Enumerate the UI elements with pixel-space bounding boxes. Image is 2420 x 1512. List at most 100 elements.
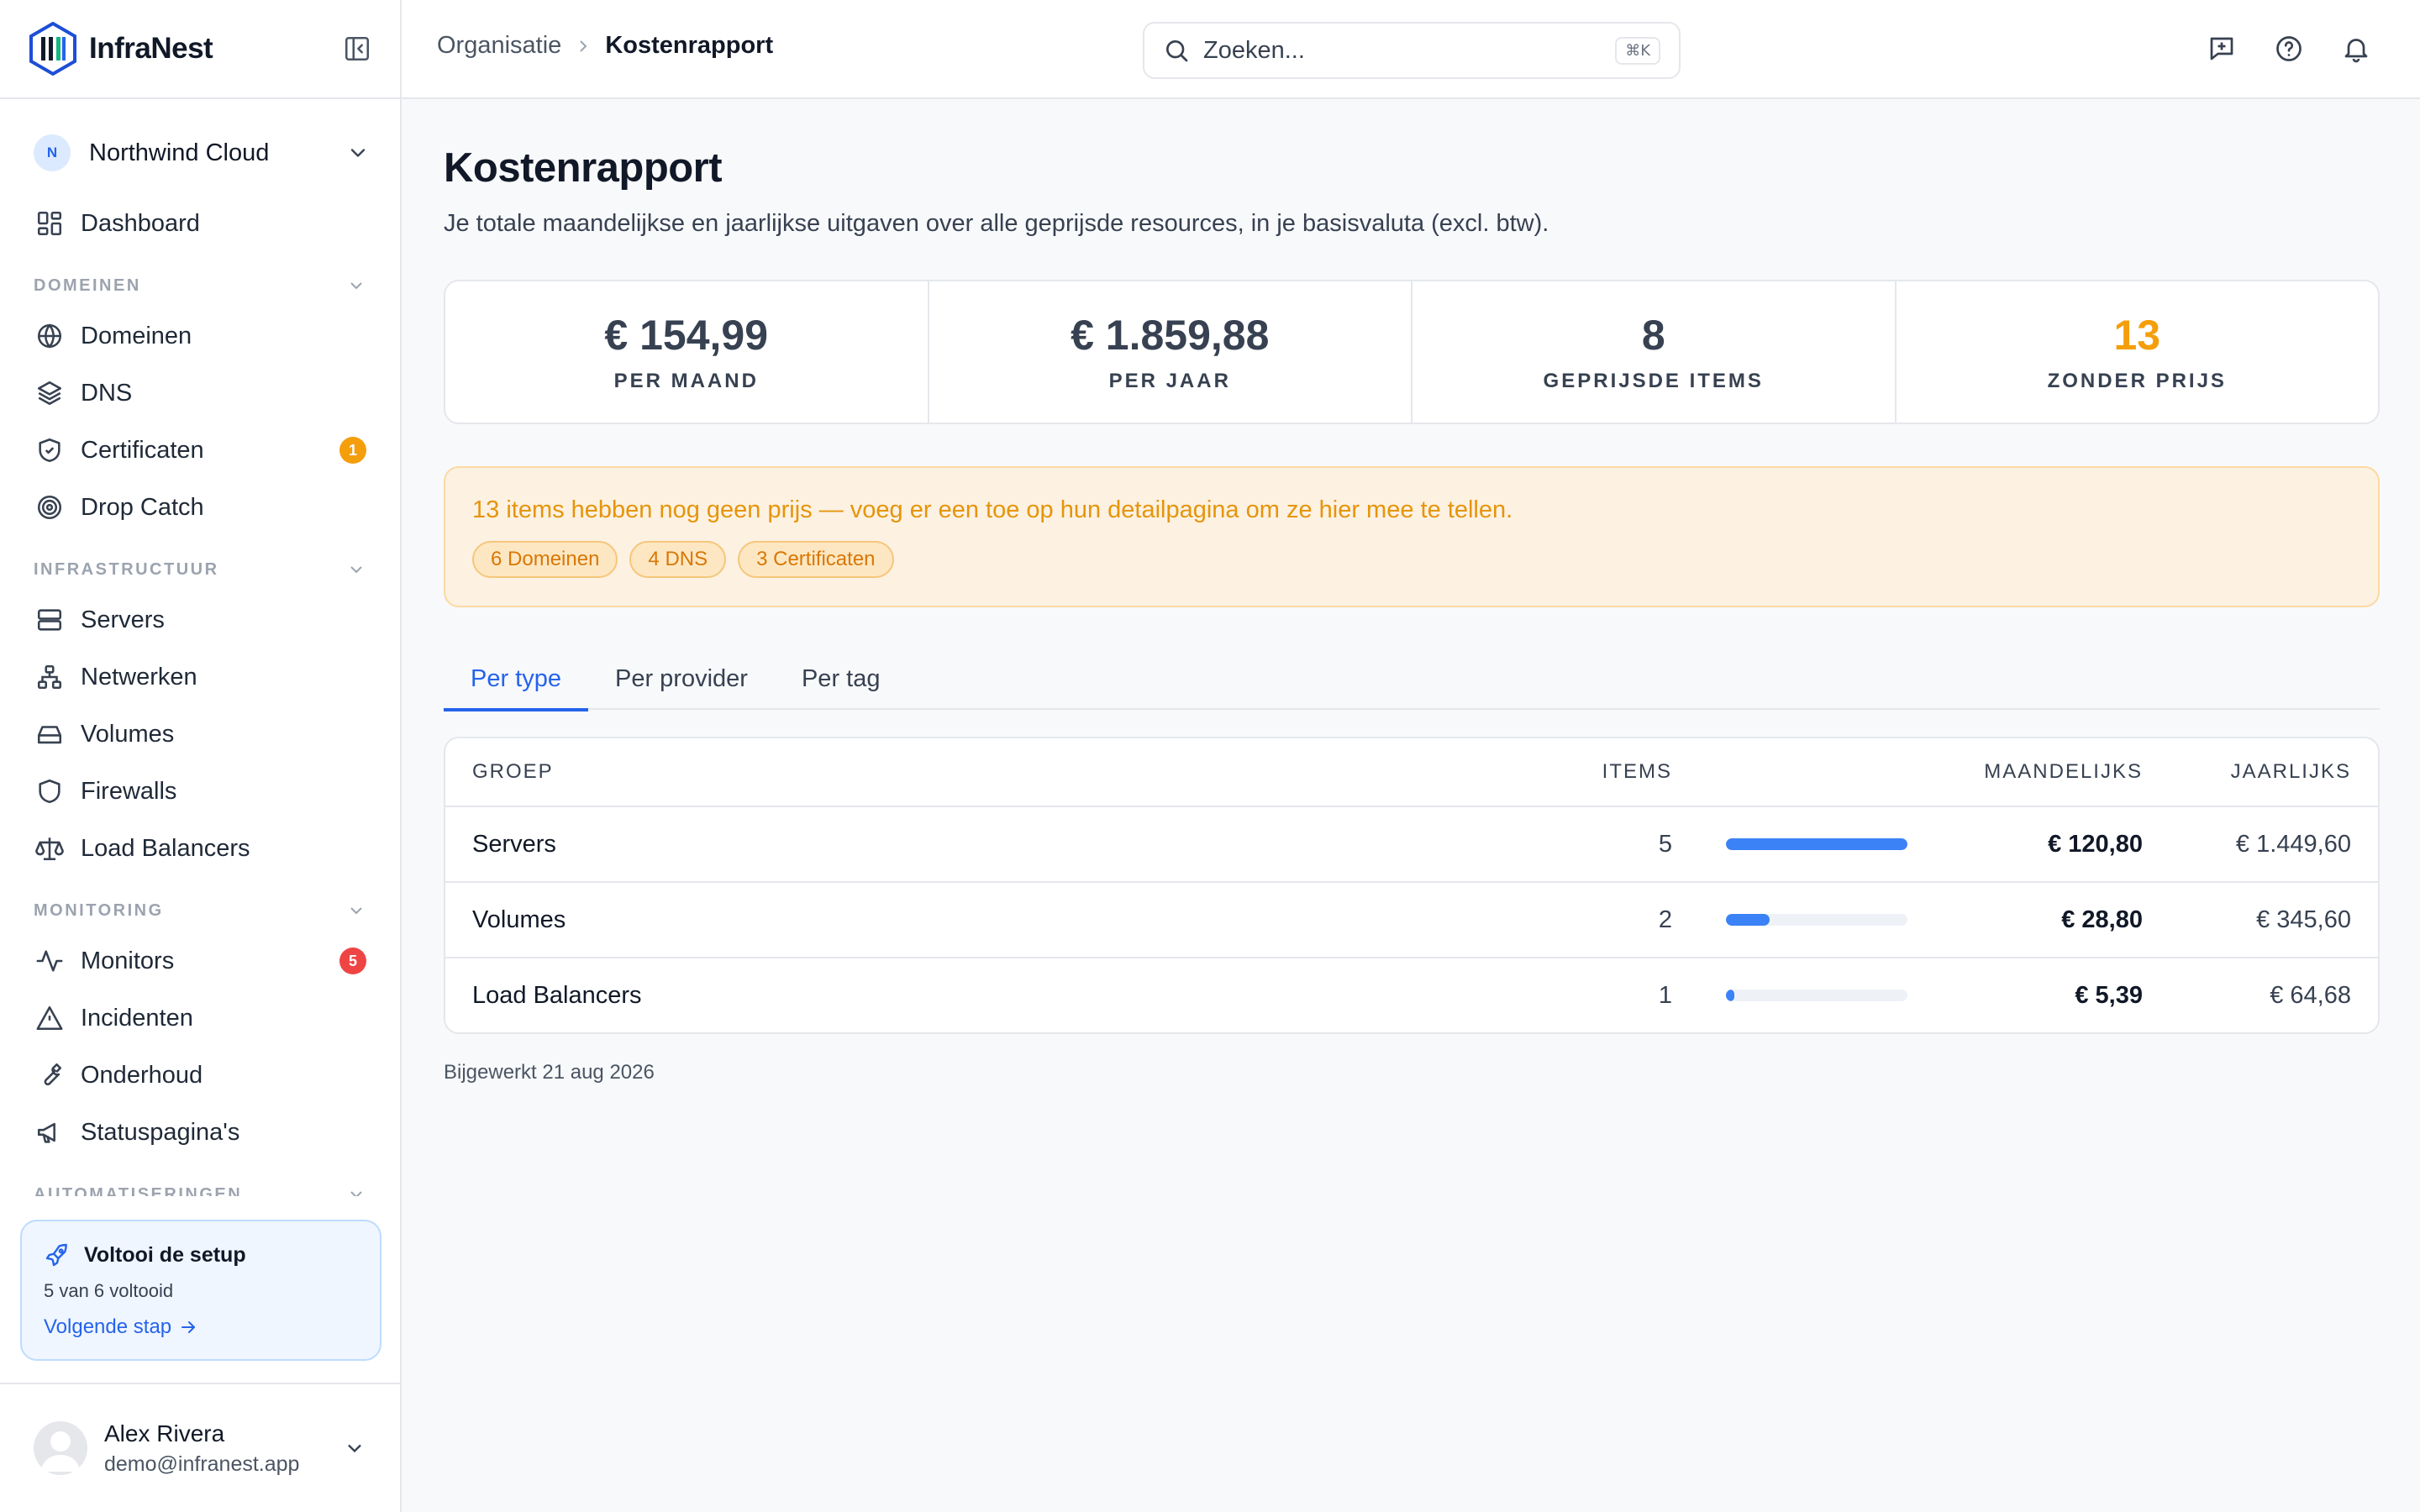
- header-jaarlijks[interactable]: JAARLIJKS: [2143, 760, 2378, 784]
- row-items: 1: [1658, 981, 1672, 1009]
- tab-per-tag[interactable]: Per tag: [775, 648, 908, 710]
- stat-per-jaar: € 1.859,88 PER JAAR: [929, 281, 1413, 423]
- sidebar-item-certificaten[interactable]: Certificaten 1: [0, 422, 400, 479]
- nav-section-monitoring[interactable]: MONITORING: [0, 877, 400, 932]
- chevron-down-icon: [348, 1444, 361, 1453]
- sidebar-item-label: Servers: [81, 606, 165, 633]
- row-group: Volumes: [472, 906, 566, 933]
- header-groep[interactable]: GROEP: [445, 760, 1571, 784]
- header-maandelijks[interactable]: MAANDELIJKS: [1907, 760, 2143, 784]
- next-step-link[interactable]: Volgende stap: [44, 1315, 358, 1339]
- bell-icon[interactable]: [2341, 34, 2371, 64]
- row-yearly: € 345,60: [2256, 906, 2351, 933]
- user-avatar-icon: [40, 1431, 81, 1472]
- table-row[interactable]: Volumes 2 € 28,80 € 345,60: [445, 881, 2378, 957]
- stat-label: GEPRIJSDE ITEMS: [1543, 370, 1764, 392]
- sidebar-item-label: Onderhoud: [81, 1061, 203, 1089]
- table-row[interactable]: Load Balancers 1 € 5,39 € 64,68: [445, 957, 2378, 1032]
- search-input[interactable]: [1203, 36, 1616, 65]
- sidebar-item-volumes[interactable]: Volumes: [0, 706, 400, 763]
- sidebar-item-label: Netwerken: [81, 663, 197, 690]
- sidebar-item-label: Drop Catch: [81, 493, 204, 521]
- nav-section-domeinen[interactable]: DOMEINEN: [0, 252, 400, 307]
- stat-value: 8: [1641, 312, 1665, 359]
- sidebar-item-label: DNS: [81, 379, 133, 407]
- org-switcher[interactable]: N Northwind Cloud: [34, 133, 370, 173]
- user-name: Alex Rivera: [104, 1420, 225, 1446]
- chip-domeinen[interactable]: 6 Domeinen: [472, 541, 618, 578]
- chip-dns[interactable]: 4 DNS: [629, 541, 727, 578]
- avatar: [34, 1421, 87, 1475]
- cost-table: GROEP ITEMS MAANDELIJKS JAARLIJKS Server…: [444, 737, 2380, 1034]
- share-bar-fill: [1726, 838, 1907, 850]
- topbar: Organisatie Kostenrapport ⌘K: [402, 0, 2420, 99]
- row-items: 5: [1658, 830, 1672, 858]
- sidebar-item-drop-catch[interactable]: Drop Catch: [0, 479, 400, 536]
- chevron-down-icon: [350, 907, 362, 915]
- nav-section-infrastructuur[interactable]: INFRASTRUCTUUR: [0, 536, 400, 591]
- sidebar-item-label: Certificaten: [81, 436, 204, 464]
- tab-per-type[interactable]: Per type: [444, 648, 588, 711]
- user-menu[interactable]: Alex Rivera demo@infranest.app: [0, 1383, 400, 1512]
- search-box[interactable]: ⌘K: [1143, 22, 1681, 79]
- nav-section-automatiseringen[interactable]: AUTOMATISERINGEN: [0, 1161, 400, 1196]
- tab-per-provider[interactable]: Per provider: [588, 648, 775, 710]
- chevron-down-icon: [350, 566, 362, 574]
- stat-geprijsde-items: 8 GEPRIJSDE ITEMS: [1413, 281, 1897, 423]
- row-yearly: € 64,68: [2270, 981, 2351, 1009]
- row-group: Load Balancers: [472, 981, 642, 1009]
- shield-check-icon: [39, 438, 60, 463]
- sidebar-item-dashboard[interactable]: Dashboard: [0, 195, 400, 252]
- server-icon: [37, 609, 62, 631]
- megaphone-icon: [37, 1122, 55, 1143]
- chip-certificaten[interactable]: 3 Certificaten: [738, 541, 894, 578]
- nav-section-label: DOMEINEN: [34, 276, 141, 295]
- share-bar-fill: [1726, 990, 1734, 1001]
- sidebar-item-domeinen[interactable]: Domeinen: [0, 307, 400, 365]
- stats-row: € 154,99 PER MAAND € 1.859,88 PER JAAR 8…: [444, 280, 2380, 424]
- sidebar-item-netwerken[interactable]: Netwerken: [0, 648, 400, 706]
- sidebar-item-label: Statuspagina's: [81, 1118, 240, 1146]
- sidebar-item-label: Volumes: [81, 720, 175, 748]
- globe-icon: [37, 323, 62, 349]
- nav-section-label: MONITORING: [34, 901, 164, 920]
- sidebar-item-label: Load Balancers: [81, 834, 250, 862]
- next-step-label: Volgende stap: [44, 1315, 172, 1338]
- chevron-down-icon: [350, 1191, 362, 1196]
- warning-text: 13 items hebben nog geen prijs — voeg er…: [472, 496, 1513, 523]
- sidebar-item-statuspaginas[interactable]: Statuspagina's: [0, 1104, 400, 1161]
- setup-title: Voltooi de setup: [44, 1242, 358, 1268]
- feedback-icon[interactable]: [2207, 34, 2237, 64]
- sidebar-item-monitors[interactable]: Monitors 5: [0, 932, 400, 990]
- share-bar: [1726, 914, 1907, 926]
- page-title: Kostenrapport: [444, 145, 723, 191]
- sidebar-item-servers[interactable]: Servers: [0, 591, 400, 648]
- row-monthly: € 28,80: [2061, 906, 2143, 933]
- sidebar-item-incidenten[interactable]: Incidenten: [0, 990, 400, 1047]
- alert-triangle-icon: [36, 1005, 63, 1031]
- sidebar-item-load-balancers[interactable]: Load Balancers: [0, 820, 400, 877]
- wrench-icon: [44, 1063, 62, 1086]
- hard-drive-icon: [37, 726, 62, 744]
- search-icon: [1166, 40, 1188, 62]
- header-items[interactable]: ITEMS: [1571, 760, 1672, 784]
- monitors-count-badge: 5: [339, 948, 366, 974]
- sidebar-item-label: Firewalls: [81, 777, 177, 805]
- setup-title-text: Voltooi de setup: [84, 1242, 246, 1267]
- table-row[interactable]: Servers 5 € 120,80 € 1.449,60: [445, 806, 2378, 881]
- sidebar-item-firewalls[interactable]: Firewalls: [0, 763, 400, 820]
- sidebar-item-label: Monitors: [81, 947, 175, 974]
- sidebar-item-dns[interactable]: DNS: [0, 365, 400, 422]
- breadcrumb-organisatie[interactable]: Organisatie: [437, 32, 561, 60]
- table-header: GROEP ITEMS MAANDELIJKS JAARLIJKS: [445, 738, 2378, 806]
- infranest-logo-icon: [29, 22, 76, 76]
- warning-chips: 6 Domeinen 4 DNS 3 Certificaten: [472, 541, 2351, 578]
- activity-icon: [36, 950, 63, 972]
- sidebar-collapse-icon[interactable]: [343, 34, 371, 63]
- org-name: Northwind Cloud: [89, 139, 270, 166]
- top-actions: [2207, 34, 2371, 64]
- stat-zonder-prijs: 13 ZONDER PRIJS: [1897, 281, 2379, 423]
- sidebar-item-onderhoud[interactable]: Onderhoud: [0, 1047, 400, 1104]
- chevron-down-icon: [350, 149, 366, 157]
- help-icon[interactable]: [2274, 34, 2304, 64]
